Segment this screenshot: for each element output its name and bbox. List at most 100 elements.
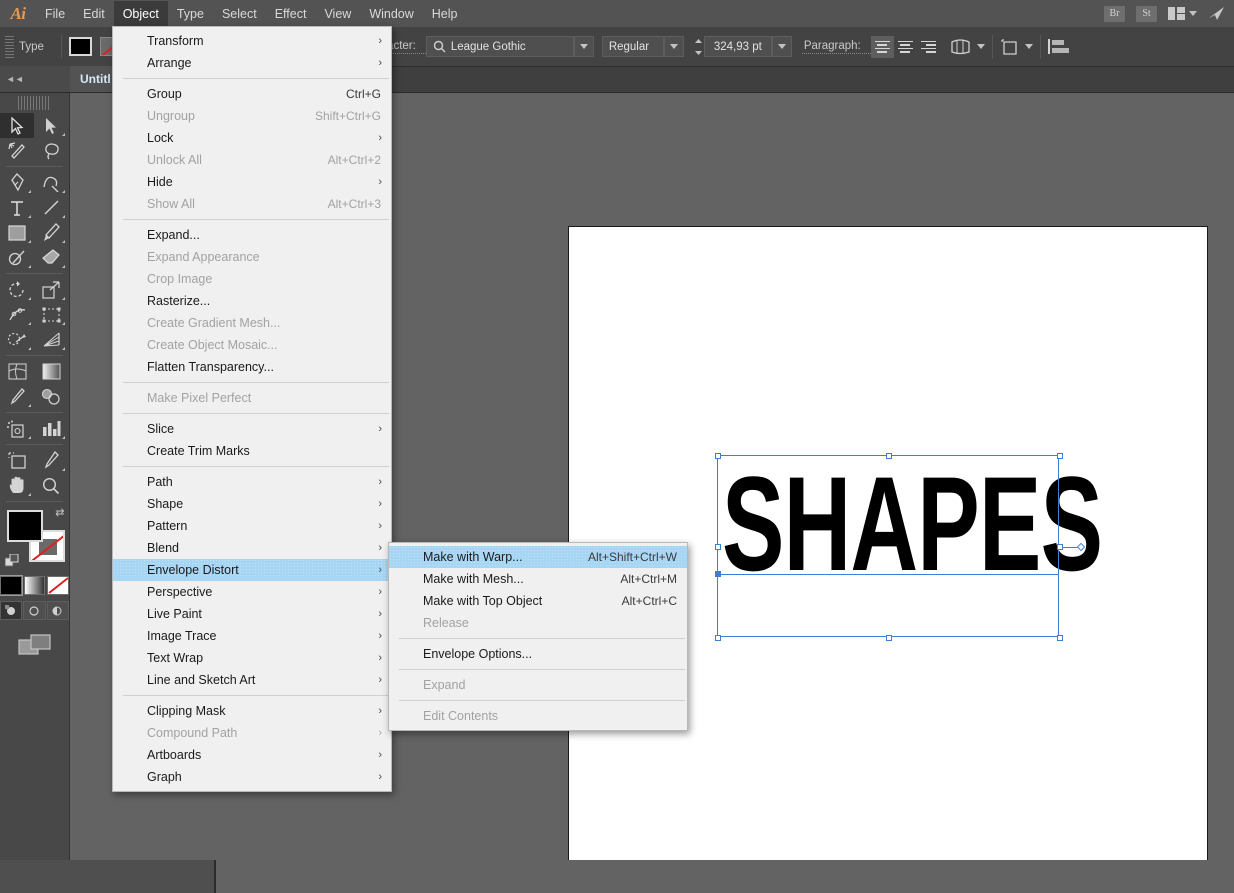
- menu-item-envelope-distort[interactable]: Envelope Distort ›: [113, 559, 391, 581]
- blend-tool[interactable]: [34, 384, 68, 409]
- handle-bottom-right[interactable]: [1057, 635, 1063, 641]
- menu-item-shape[interactable]: Shape ›: [113, 493, 391, 515]
- menu-item-text-wrap[interactable]: Text Wrap ›: [113, 647, 391, 669]
- font-size-dropdown[interactable]: [771, 36, 792, 57]
- swap-fill-stroke-icon[interactable]: ⇄: [55, 506, 64, 519]
- align-panel-icon[interactable]: [1047, 38, 1070, 55]
- menu-item-hide[interactable]: Hide ›: [113, 171, 391, 193]
- menu-item-flatten-transparency[interactable]: Flatten Transparency...: [113, 356, 391, 378]
- menu-item-make-with-mesh[interactable]: Make with Mesh... Alt+Ctrl+M: [389, 568, 687, 590]
- rotate-tool[interactable]: [0, 277, 34, 302]
- font-size-input[interactable]: 324,93 pt: [703, 36, 772, 57]
- type-tool[interactable]: [0, 195, 34, 220]
- transform-panel-icon[interactable]: [1000, 37, 1020, 57]
- artboard-tool[interactable]: [0, 448, 34, 473]
- menu-item-path[interactable]: Path ›: [113, 471, 391, 493]
- menu-window[interactable]: Window: [360, 1, 422, 27]
- menu-item-create-trim-marks[interactable]: Create Trim Marks: [113, 440, 391, 462]
- menu-item-arrange[interactable]: Arrange ›: [113, 52, 391, 74]
- default-fill-stroke-icon[interactable]: [4, 554, 19, 568]
- menu-edit[interactable]: Edit: [74, 1, 114, 27]
- gradient-tool[interactable]: [34, 359, 68, 384]
- align-center-button[interactable]: [894, 36, 917, 58]
- font-style-dropdown[interactable]: [663, 36, 684, 57]
- menu-item-clipping-mask[interactable]: Clipping Mask ›: [113, 700, 391, 722]
- font-size-stepper-icon[interactable]: [693, 38, 704, 56]
- menu-item-make-with-top-object[interactable]: Make with Top Object Alt+Ctrl+C: [389, 590, 687, 612]
- draw-behind-mode-button[interactable]: [23, 601, 46, 620]
- lasso-tool[interactable]: [34, 138, 68, 163]
- handle-top-center[interactable]: [886, 453, 892, 459]
- menu-item-line-and-sketch-art[interactable]: Line and Sketch Art ›: [113, 669, 391, 691]
- column-graph-tool[interactable]: [34, 416, 68, 441]
- chevron-down-icon[interactable]: [1189, 11, 1197, 16]
- menu-object[interactable]: Object: [113, 0, 168, 27]
- mesh-tool[interactable]: [0, 359, 34, 384]
- arrange-documents-icon[interactable]: [1168, 7, 1197, 20]
- menu-effect[interactable]: Effect: [266, 1, 316, 27]
- width-tool[interactable]: [0, 302, 34, 327]
- menu-item-pattern[interactable]: Pattern ›: [113, 515, 391, 537]
- tools-panel-grip[interactable]: [18, 96, 51, 110]
- slice-tool[interactable]: [34, 448, 68, 473]
- align-left-button[interactable]: [870, 35, 894, 58]
- font-style-input[interactable]: Regular: [601, 36, 664, 57]
- fill-swatch[interactable]: [6, 510, 43, 542]
- gradient-mode-button[interactable]: [23, 576, 46, 595]
- menu-item-blend[interactable]: Blend ›: [113, 537, 391, 559]
- pen-tool[interactable]: [0, 170, 34, 195]
- menu-item-make-with-warp[interactable]: Make with Warp... Alt+Shift+Ctrl+W: [389, 546, 687, 568]
- menu-file[interactable]: File: [36, 1, 74, 27]
- menu-view[interactable]: View: [315, 1, 360, 27]
- bridge-badge-icon[interactable]: Br: [1104, 5, 1125, 22]
- paintbrush-tool[interactable]: [34, 220, 68, 245]
- align-right-button[interactable]: [917, 36, 940, 58]
- perspective-grid-tool[interactable]: [34, 327, 68, 352]
- eraser-tool[interactable]: [34, 245, 68, 270]
- draw-inside-mode-button[interactable]: [46, 601, 69, 620]
- screen-mode-button[interactable]: [0, 634, 69, 656]
- menu-item-group[interactable]: Group Ctrl+G: [113, 83, 391, 105]
- menu-select[interactable]: Select: [213, 1, 266, 27]
- font-family-dropdown[interactable]: [573, 36, 594, 57]
- menu-item-image-trace[interactable]: Image Trace ›: [113, 625, 391, 647]
- menu-item-slice[interactable]: Slice ›: [113, 418, 391, 440]
- control-bar-grip[interactable]: [5, 35, 14, 58]
- menu-item-expand[interactable]: Expand...: [113, 224, 391, 246]
- font-family-input[interactable]: League Gothic: [425, 36, 574, 57]
- chevron-down-icon[interactable]: [976, 44, 985, 49]
- menu-item-rasterize[interactable]: Rasterize...: [113, 290, 391, 312]
- color-swatch-mode-button[interactable]: [0, 575, 23, 596]
- handle-top-right[interactable]: [1057, 453, 1063, 459]
- symbol-sprayer-tool[interactable]: [0, 416, 34, 441]
- direct-selection-tool[interactable]: [34, 113, 68, 138]
- handle-middle-left[interactable]: [715, 544, 721, 550]
- menu-item-artboards[interactable]: Artboards ›: [113, 744, 391, 766]
- handle-top-left[interactable]: [715, 453, 721, 459]
- rectangle-tool[interactable]: [0, 220, 34, 245]
- handle-bottom-left[interactable]: [715, 635, 721, 641]
- zoom-tool[interactable]: [34, 473, 68, 498]
- curvature-tool[interactable]: [34, 170, 68, 195]
- free-transform-tool[interactable]: [34, 302, 68, 327]
- selection-tool[interactable]: [0, 113, 34, 138]
- menu-help[interactable]: Help: [423, 1, 467, 27]
- share-rocket-icon[interactable]: [1208, 6, 1226, 21]
- menu-item-live-paint[interactable]: Live Paint ›: [113, 603, 391, 625]
- chevron-down-icon[interactable]: [1024, 44, 1033, 49]
- warp-options-icon[interactable]: [950, 38, 971, 55]
- hand-tool[interactable]: [0, 473, 34, 498]
- menu-item-perspective[interactable]: Perspective ›: [113, 581, 391, 603]
- menu-type[interactable]: Type: [168, 1, 213, 27]
- line-segment-tool[interactable]: [34, 195, 68, 220]
- menu-item-transform[interactable]: Transform ›: [113, 30, 391, 52]
- eyedropper-tool[interactable]: [0, 384, 34, 409]
- envelope-distort-submenu[interactable]: Make with Warp... Alt+Shift+Ctrl+W Make wi…: [388, 542, 688, 731]
- draw-normal-mode-button[interactable]: [0, 601, 23, 620]
- object-menu-dropdown[interactable]: Transform › Arrange › Group Ctrl+G Ungroup Shif…: [112, 26, 392, 792]
- handle-bottom-center[interactable]: [886, 635, 892, 641]
- selection-bounding-box[interactable]: [715, 453, 1086, 641]
- fill-color-swatch[interactable]: [68, 37, 92, 56]
- stock-badge-icon[interactable]: St: [1136, 5, 1157, 22]
- menu-item-envelope-options[interactable]: Envelope Options...: [389, 643, 687, 665]
